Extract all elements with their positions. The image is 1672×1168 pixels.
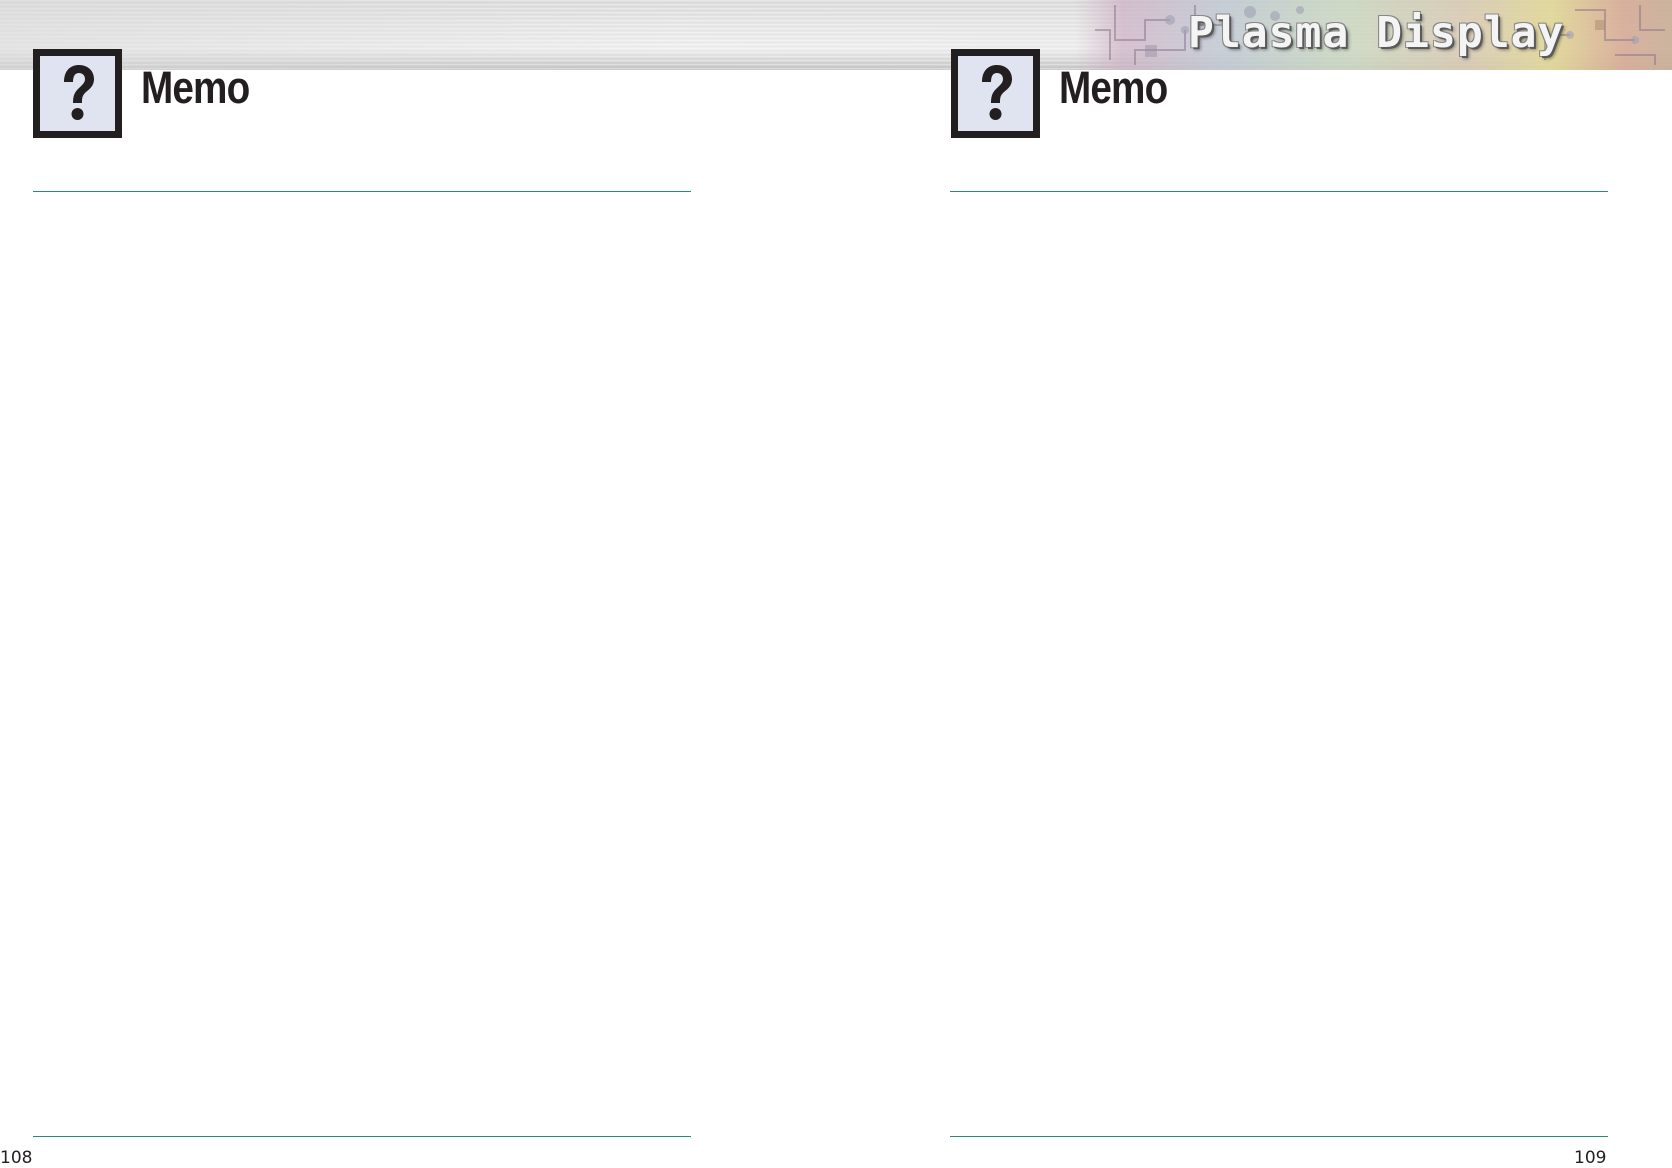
question-mark-glyph <box>64 65 94 120</box>
page-title: Memo <box>141 62 250 113</box>
top-rule <box>33 191 691 192</box>
left-page: Memo 108 <box>0 0 836 1168</box>
question-mark-glyph <box>982 65 1012 120</box>
top-rule <box>950 191 1608 192</box>
page-title: Memo <box>1059 62 1168 113</box>
question-mark-icon <box>33 49 122 138</box>
page-number: 109 <box>1574 1148 1607 1168</box>
manual-spread: Plasma Display Memo 108 Memo 109 <box>0 0 1672 1168</box>
bottom-rule <box>33 1136 691 1137</box>
bottom-rule <box>950 1136 1608 1137</box>
right-page: Memo 109 <box>836 0 1672 1168</box>
page-number: 108 <box>0 1148 33 1168</box>
question-mark-icon <box>951 49 1040 138</box>
